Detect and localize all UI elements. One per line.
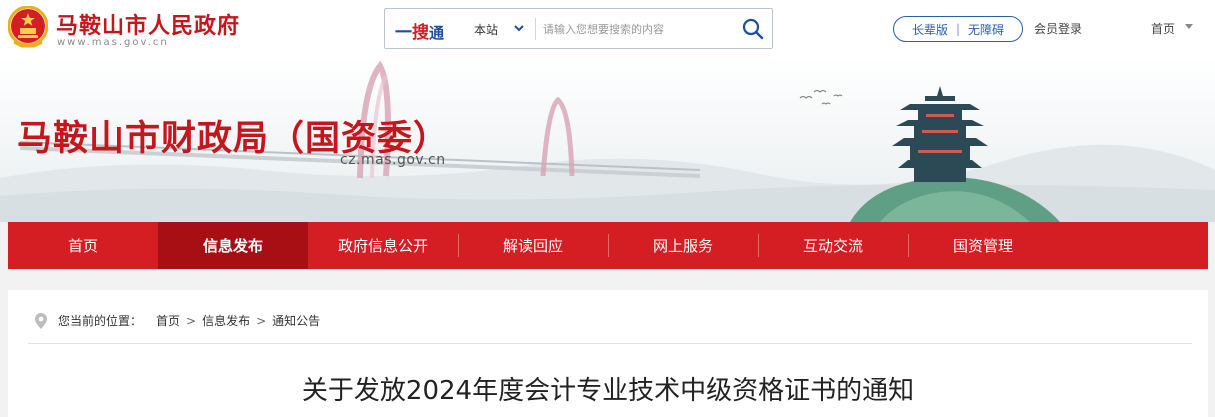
breadcrumb-item-info-release[interactable]: 信息发布 [202,312,250,329]
search-icon[interactable] [741,17,765,41]
nav-item-online-services[interactable]: 网上服务 [608,222,758,269]
breadcrumb: 您当前的位置： 首页 > 信息发布 > 通知公告 [28,310,1192,344]
nav-item-gov-info-disclosure[interactable]: 政府信息公开 [308,222,458,269]
chevron-down-icon[interactable] [512,21,526,35]
search-divider [535,18,536,40]
site-url: www.mas.gov.cn [57,37,169,48]
accessibility-separator: | [955,22,961,36]
nav-item-interaction[interactable]: 互动交流 [758,222,908,269]
main-nav: 首页 信息发布 政府信息公开 解读回应 网上服务 互动交流 国资管理 [8,222,1208,269]
caret-down-icon[interactable] [1185,24,1193,30]
search-box: 一搜通 本站 [384,8,773,49]
member-login-link[interactable]: 会员登录 [1034,20,1082,37]
banner: 马鞍山市财政局（国资委） cz.mas.gov.cn [0,58,1215,222]
breadcrumb-item-notices[interactable]: 通知公告 [272,312,320,329]
location-pin-icon [35,312,47,329]
barrier-free-button[interactable]: 无障碍 [968,21,1004,38]
accessibility-switch: 长辈版 | 无障碍 [893,16,1023,42]
site-name[interactable]: 马鞍山市人民政府 [56,8,240,40]
nav-item-state-assets[interactable]: 国资管理 [908,222,1058,269]
elder-mode-button[interactable]: 长辈版 [912,21,948,38]
search-input[interactable] [543,17,733,41]
home-link[interactable]: 首页 [1151,20,1175,37]
article-title: 关于发放2024年度会计专业技术中级资格证书的通知 [301,376,915,406]
content-panel: 您当前的位置： 首页 > 信息发布 > 通知公告 关于发放2024年度会计专业技… [8,290,1208,417]
breadcrumb-item-home[interactable]: 首页 [156,312,180,329]
search-brand-second: 搜 [412,23,429,43]
search-scope-select[interactable]: 本站 [474,21,498,38]
breadcrumb-line: 您当前的位置： 首页 > 信息发布 > 通知公告 [58,312,320,329]
breadcrumb-separator: > [186,313,197,328]
nav-item-home[interactable]: 首页 [8,222,158,269]
search-brand-first: 一 [395,23,412,43]
breadcrumb-prefix: 您当前的位置： [58,314,143,328]
nav-item-info-release[interactable]: 信息发布 [158,222,308,269]
national-emblem-icon[interactable] [8,6,48,48]
search-brand-logo: 一搜通 [395,18,444,43]
bureau-url: cz.mas.gov.cn [340,152,446,168]
top-bar: 马鞍山市人民政府 www.mas.gov.cn 一搜通 本站 长辈版 | 无障碍… [0,0,1215,58]
nav-item-interpretation[interactable]: 解读回应 [458,222,608,269]
search-brand-third: 通 [429,24,445,42]
breadcrumb-separator: > [256,313,267,328]
